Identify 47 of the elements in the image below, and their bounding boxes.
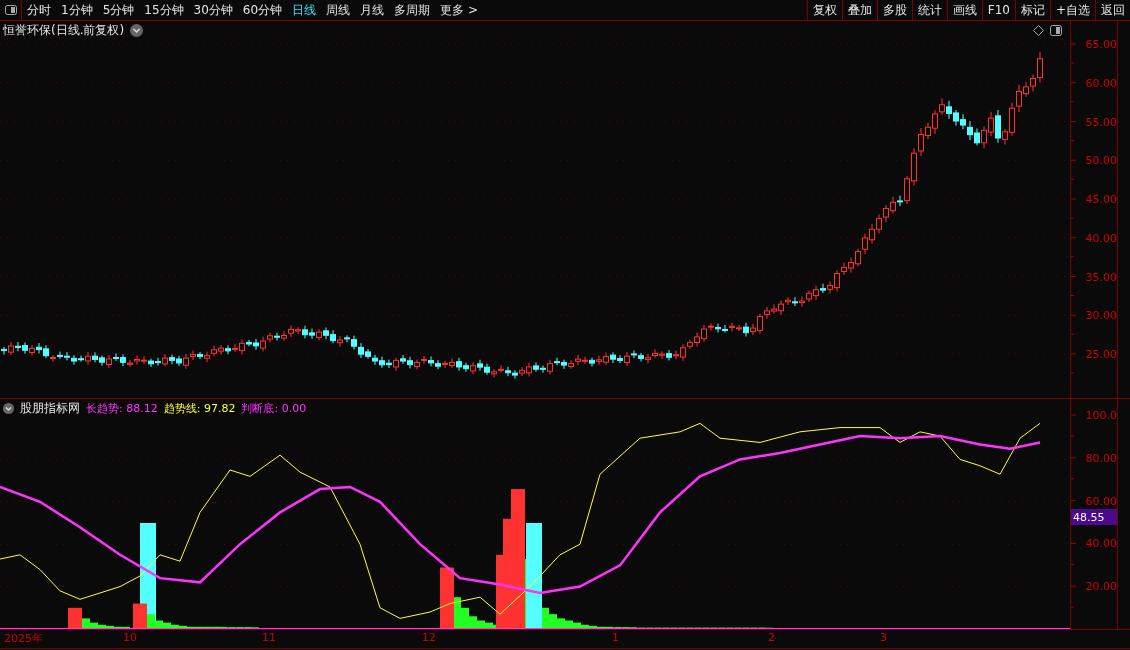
period-tab[interactable]: 周线 bbox=[321, 0, 356, 20]
date-label: 10 bbox=[123, 631, 137, 644]
period-tab[interactable]: 30分钟 bbox=[188, 0, 238, 20]
indicator-value: 趋势线: 97.82 bbox=[163, 400, 236, 416]
axis-label: 25.00 bbox=[1085, 348, 1117, 361]
date-label: 2 bbox=[768, 631, 775, 644]
period-tab[interactable]: 日线 bbox=[287, 0, 322, 20]
indicator-name: 股朋指标网 bbox=[20, 399, 80, 417]
axis-label: 40.00 bbox=[1085, 231, 1117, 245]
period-tab[interactable]: 5分钟 bbox=[97, 0, 140, 20]
axis-label: 60.00 bbox=[1085, 76, 1117, 90]
axis-label: 60.00 bbox=[1085, 494, 1117, 508]
period-tab[interactable]: 15分钟 bbox=[139, 0, 189, 20]
axis-label: 65.00 bbox=[1085, 38, 1117, 51]
toolbar-button[interactable]: 复权 bbox=[806, 0, 842, 20]
toolbar-button[interactable]: 标记 bbox=[1014, 0, 1050, 20]
indicator-value: 长趋势: 88.12 bbox=[86, 400, 158, 416]
period-tab[interactable]: 1分钟 bbox=[56, 0, 98, 20]
date-label: 2025年 bbox=[4, 631, 43, 646]
axis-label: 20.00 bbox=[1085, 580, 1117, 594]
axis-label: 45.00 bbox=[1085, 193, 1117, 206]
axis-label: 100.0 bbox=[1085, 409, 1117, 422]
axis-label: 30.00 bbox=[1085, 309, 1117, 323]
toolbar-button[interactable]: 返回 bbox=[1095, 0, 1130, 20]
axis-label: 55.00 bbox=[1085, 115, 1117, 129]
period-tab[interactable]: 分时 bbox=[22, 0, 56, 20]
axis-label: 35.00 bbox=[1085, 270, 1117, 284]
period-tab[interactable]: 多周期 bbox=[389, 0, 436, 20]
date-label: 11 bbox=[262, 631, 276, 644]
date-label: 3 bbox=[880, 631, 887, 644]
date-label: 12 bbox=[422, 631, 436, 644]
chart-title: 恒誉环保(日线.前复权) bbox=[3, 21, 125, 39]
axis-label: 50.00 bbox=[1085, 154, 1117, 168]
more-menu[interactable]: 更多 > bbox=[435, 0, 483, 20]
axis-label: 40.00 bbox=[1085, 537, 1117, 551]
indicator-value: 判断底: 0.00 bbox=[241, 400, 307, 416]
toolbar-button[interactable]: 画线 bbox=[946, 0, 982, 20]
period-tab[interactable]: 60分钟 bbox=[237, 0, 288, 20]
cursor-value-label: 48.55 bbox=[1071, 509, 1118, 525]
toolbar-button[interactable]: 叠加 bbox=[841, 0, 877, 20]
toolbar-button[interactable]: 统计 bbox=[911, 0, 947, 20]
date-label: 1 bbox=[612, 631, 619, 644]
period-tab[interactable]: 月线 bbox=[355, 0, 390, 20]
toolbar-button[interactable]: +自选 bbox=[1049, 0, 1095, 20]
toolbar-button[interactable]: F10 bbox=[981, 0, 1015, 20]
axis-label: 80.00 bbox=[1085, 451, 1117, 465]
toolbar-button[interactable]: 多股 bbox=[876, 0, 912, 20]
